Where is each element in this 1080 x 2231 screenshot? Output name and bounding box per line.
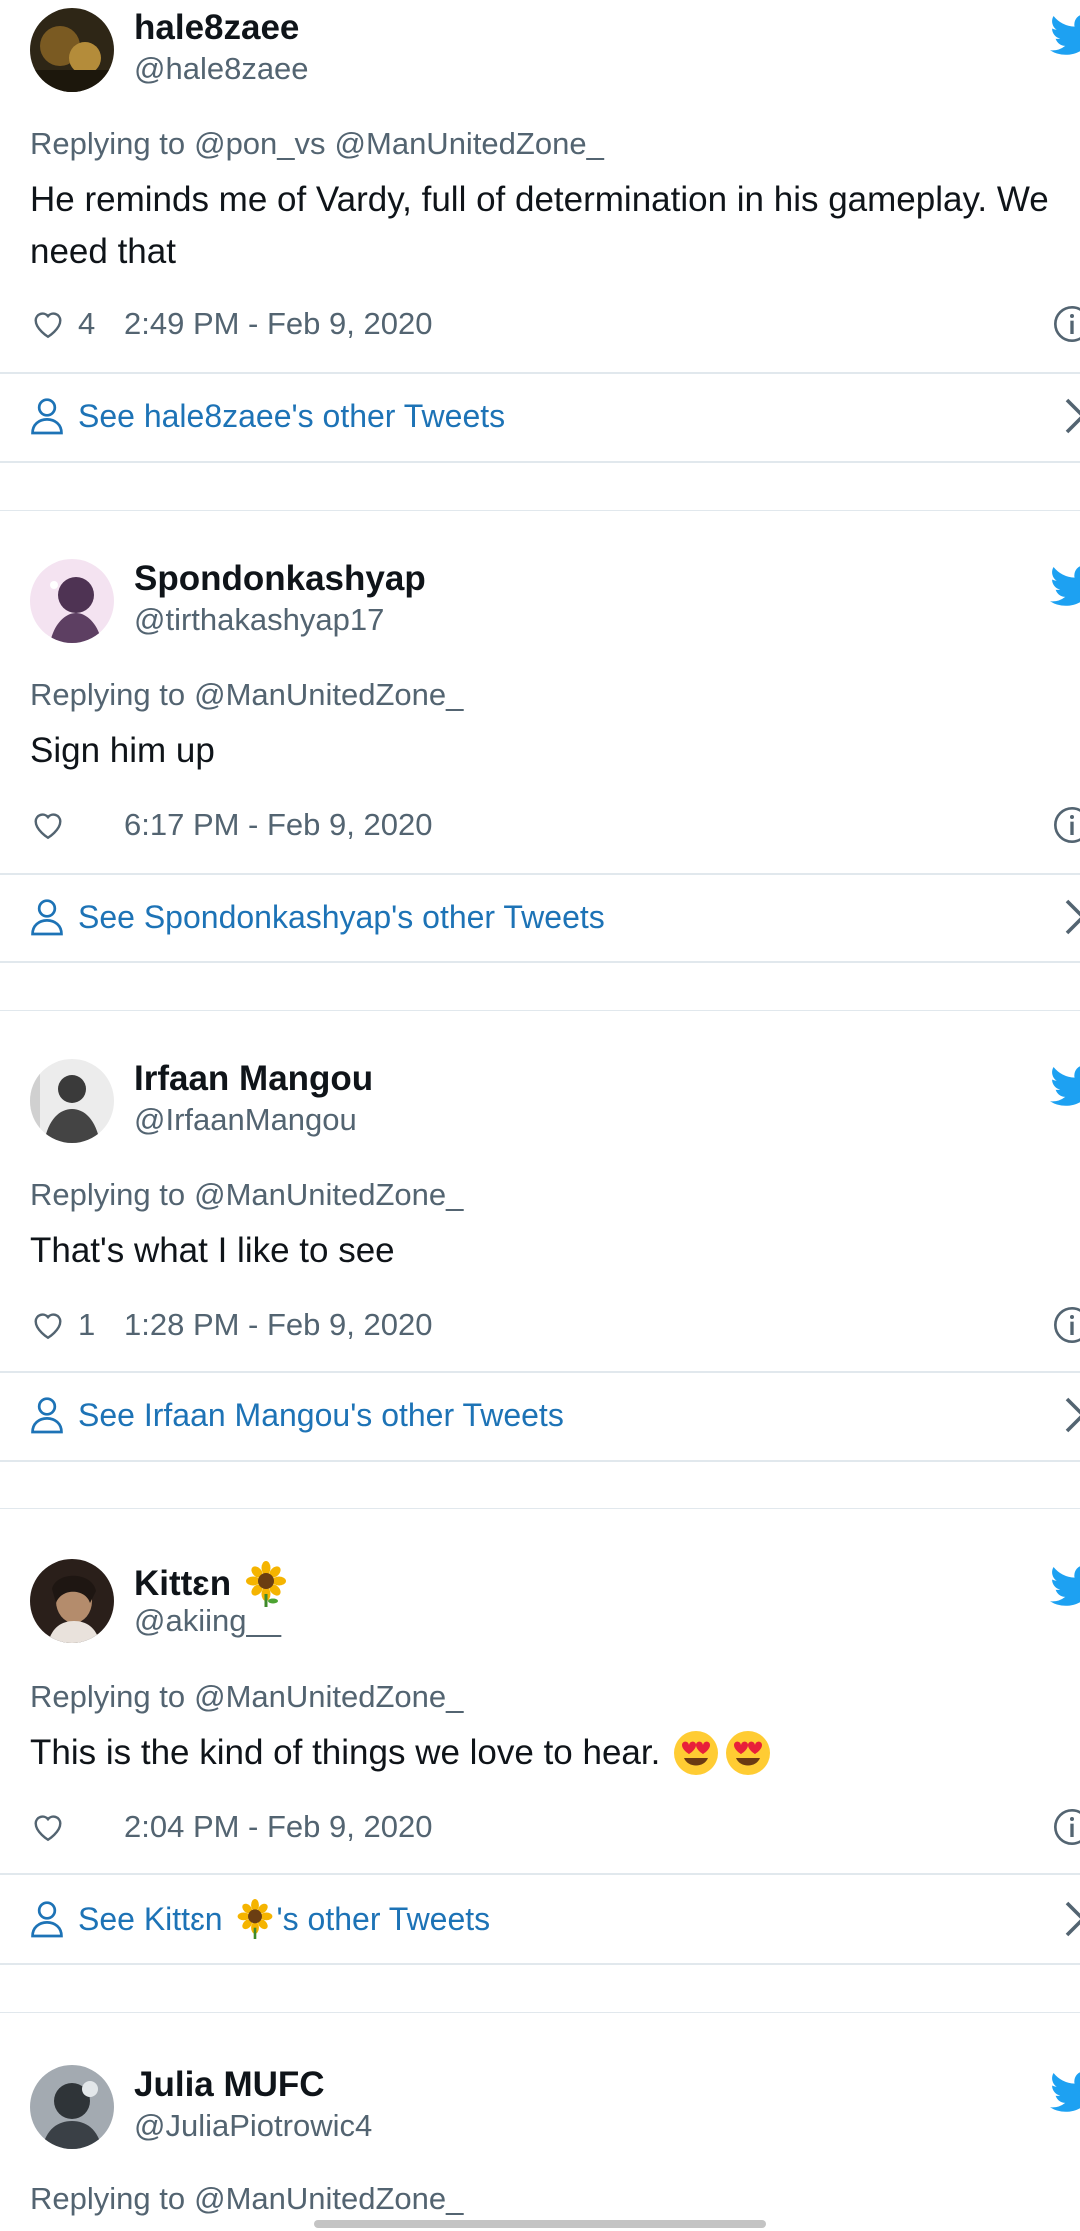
divider	[0, 1873, 1080, 1875]
heart-icon[interactable]	[30, 306, 66, 342]
avatar[interactable]	[30, 8, 114, 92]
person-icon	[31, 1901, 63, 1938]
display-name[interactable]: Kittɛn	[134, 1561, 289, 1607]
avatar[interactable]	[30, 1559, 114, 1643]
tweet-card: Julia MUFC @JuliaPiotrowic4 Replying to @…	[0, 2012, 1080, 2231]
user-handle[interactable]: @tirthakashyap17	[134, 602, 384, 638]
divider	[0, 1460, 1080, 1462]
sunflower-emoji	[246, 1561, 287, 1607]
person-icon	[31, 398, 63, 435]
chevron-right-icon[interactable]	[1062, 897, 1080, 937]
divider	[0, 1963, 1080, 1965]
tweet-text: Sign him up	[30, 731, 215, 770]
replying-to: Replying to @ManUnitedZone_	[30, 2181, 463, 2217]
replying-label: Replying to	[30, 677, 186, 712]
info-icon[interactable]	[1052, 1807, 1080, 1847]
user-handle[interactable]: @akiing__	[134, 1603, 281, 1639]
twitter-bird-icon[interactable]	[1050, 2071, 1080, 2113]
twitter-bird-icon[interactable]	[1050, 1065, 1080, 1107]
see-other-tweets-link[interactable]: See Spondonkashyap's other Tweets	[30, 892, 605, 942]
tweet-text-content: This is the kind of things we love to he…	[30, 1733, 661, 1772]
replying-to: Replying to @ManUnitedZone_	[30, 1177, 463, 1213]
mention-link[interactable]: @ManUnitedZone_	[335, 126, 604, 161]
see-other-tweets-label-suffix: 's other Tweets	[276, 1900, 491, 1937]
twitter-bird-icon[interactable]	[1050, 1565, 1080, 1607]
heart-eyes-emoji	[726, 1731, 771, 1775]
avatar[interactable]	[30, 559, 114, 643]
tweet-meta: 4 2:49 PM - Feb 9, 2020	[30, 302, 432, 346]
see-other-tweets-link[interactable]: See Kittɛn 's other Tweets	[30, 1894, 490, 1944]
scrollbar[interactable]	[314, 2220, 766, 2228]
info-icon[interactable]	[1052, 1305, 1080, 1345]
replying-label: Replying to	[30, 2181, 186, 2216]
mention-link[interactable]: @ManUnitedZone_	[194, 1177, 463, 1212]
see-other-tweets-label-prefix: See Kittɛn	[78, 1900, 223, 1937]
tweet-card: Spondonkashyap @tirthakashyap17 Replying…	[0, 510, 1080, 964]
mention-link[interactable]: @ManUnitedZone_	[194, 2181, 463, 2216]
see-other-tweets-link[interactable]: See hale8zaee's other Tweets	[30, 391, 505, 441]
display-name[interactable]: Julia MUFC	[134, 2065, 325, 2105]
tweet-meta: 1 1:28 PM - Feb 9, 2020	[30, 1303, 432, 1347]
avatar[interactable]	[30, 2065, 114, 2149]
avatar[interactable]	[30, 1059, 114, 1143]
display-name[interactable]: hale8zaee	[134, 8, 299, 48]
replying-label: Replying to	[30, 126, 186, 161]
display-name-text: Kittɛn	[134, 1564, 232, 1603]
info-icon[interactable]	[1052, 304, 1080, 344]
divider	[0, 372, 1080, 374]
timestamp[interactable]: 2:04 PM - Feb 9, 2020	[124, 1809, 432, 1845]
tweet-card: Kittɛn @akiing__ Replying to @ManUnitedZo…	[0, 1508, 1080, 1966]
sunflower-emoji	[237, 1899, 272, 1939]
divider	[0, 1371, 1080, 1373]
timestamp[interactable]: 1:28 PM - Feb 9, 2020	[124, 1307, 432, 1343]
replying-to: Replying to @ManUnitedZone_	[30, 1679, 463, 1715]
chevron-right-icon[interactable]	[1062, 1395, 1080, 1435]
like-count: 4	[78, 306, 96, 341]
mention-link[interactable]: @ManUnitedZone_	[194, 1679, 463, 1714]
replying-to: Replying to @pon_vs @ManUnitedZone_	[30, 126, 604, 162]
tweet-text: This is the kind of things we love to he…	[30, 1727, 1070, 1779]
twitter-bird-icon[interactable]	[1050, 14, 1080, 56]
user-handle[interactable]: @JuliaPiotrowic4	[134, 2108, 372, 2144]
info-icon[interactable]	[1052, 805, 1080, 845]
chevron-right-icon[interactable]	[1062, 1899, 1080, 1939]
like-count: 1	[78, 1307, 96, 1342]
replying-label: Replying to	[30, 1177, 186, 1212]
see-other-tweets-link[interactable]: See Irfaan Mangou's other Tweets	[30, 1390, 564, 1440]
heart-icon[interactable]	[30, 807, 66, 843]
replying-to: Replying to @ManUnitedZone_	[30, 677, 463, 713]
tweet-meta: 6:17 PM - Feb 9, 2020	[30, 803, 432, 847]
replying-label: Replying to	[30, 1679, 186, 1714]
user-handle[interactable]: @hale8zaee	[134, 51, 309, 87]
heart-eyes-emoji	[674, 1731, 719, 1775]
user-handle[interactable]: @IrfaanMangou	[134, 1102, 357, 1138]
tweet-text: He reminds me of Vardy, full of determin…	[30, 180, 1049, 271]
mention-link[interactable]: @ManUnitedZone_	[194, 677, 463, 712]
tweet-meta: 2:04 PM - Feb 9, 2020	[30, 1805, 432, 1849]
twitter-bird-icon[interactable]	[1050, 565, 1080, 607]
display-name[interactable]: Irfaan Mangou	[134, 1059, 373, 1099]
see-other-tweets-label: See hale8zaee's other Tweets	[78, 397, 506, 434]
person-icon	[31, 1397, 63, 1434]
divider	[0, 961, 1080, 963]
tweet-text: That's what I like to see	[30, 1231, 395, 1270]
timestamp[interactable]: 2:49 PM - Feb 9, 2020	[124, 306, 432, 342]
timestamp[interactable]: 6:17 PM - Feb 9, 2020	[124, 807, 432, 843]
chevron-right-icon[interactable]	[1062, 396, 1080, 436]
heart-icon[interactable]	[30, 1307, 66, 1343]
tweet-card: Irfaan Mangou @IrfaanMangou Replying to @…	[0, 1010, 1080, 1463]
divider	[0, 873, 1080, 875]
divider	[0, 461, 1080, 463]
see-other-tweets-label: See Irfaan Mangou's other Tweets	[78, 1396, 564, 1433]
see-other-tweets-label: See Spondonkashyap's other Tweets	[78, 898, 605, 935]
mention-link[interactable]: @pon_vs	[194, 126, 325, 161]
tweet-card: hale8zaee @hale8zaee Replying to @pon_vs @…	[0, 0, 1080, 465]
heart-icon[interactable]	[30, 1809, 66, 1845]
person-icon	[31, 899, 63, 936]
display-name[interactable]: Spondonkashyap	[134, 559, 426, 599]
